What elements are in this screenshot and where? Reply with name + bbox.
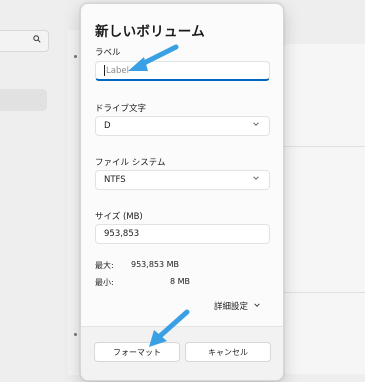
file-system-value: NTFS xyxy=(104,175,126,185)
advanced-settings-label: 詳細設定 xyxy=(213,302,248,312)
text-caret xyxy=(104,65,105,76)
advanced-settings-toggle[interactable]: 詳細設定 xyxy=(214,300,261,312)
size-value: 953,853 xyxy=(104,229,140,239)
label-field-label: ラベル xyxy=(95,48,121,58)
background-dot xyxy=(74,55,77,58)
size-label: サイズ (MB) xyxy=(95,212,143,222)
min-size-value: 8 MB xyxy=(170,277,191,286)
volume-label-input[interactable]: Label xyxy=(95,61,270,81)
background-nav-selected xyxy=(0,89,47,111)
dialog-footer: フォーマット キャンセル xyxy=(81,326,283,380)
format-button[interactable]: フォーマット xyxy=(94,342,180,362)
background-search-box xyxy=(0,30,49,52)
drive-letter-value: D xyxy=(104,121,111,131)
dialog-title: 新しいボリューム xyxy=(95,24,205,40)
min-size-label: 最小: xyxy=(95,278,114,287)
chevron-down-icon xyxy=(252,120,260,130)
chevron-down-icon xyxy=(252,174,260,184)
cancel-button[interactable]: キャンセル xyxy=(185,342,271,362)
max-size-label: 最大: xyxy=(95,261,114,270)
drive-letter-select[interactable]: D xyxy=(95,116,270,136)
size-input[interactable]: 953,853 xyxy=(95,224,270,244)
max-size-value: 953,853 MB xyxy=(131,260,180,269)
chevron-down-icon xyxy=(253,301,261,312)
drive-letter-label: ドライブ文字 xyxy=(95,104,147,114)
search-icon xyxy=(33,35,41,46)
file-system-select[interactable]: NTFS xyxy=(95,170,270,190)
background-dot xyxy=(74,333,77,336)
background-card-right xyxy=(283,44,365,374)
volume-label-placeholder: Label xyxy=(106,65,129,76)
new-volume-dialog: 新しいボリューム ラベル Label ドライブ文字 D ファイル システム NT… xyxy=(80,3,284,381)
file-system-label: ファイル システム xyxy=(95,158,166,168)
